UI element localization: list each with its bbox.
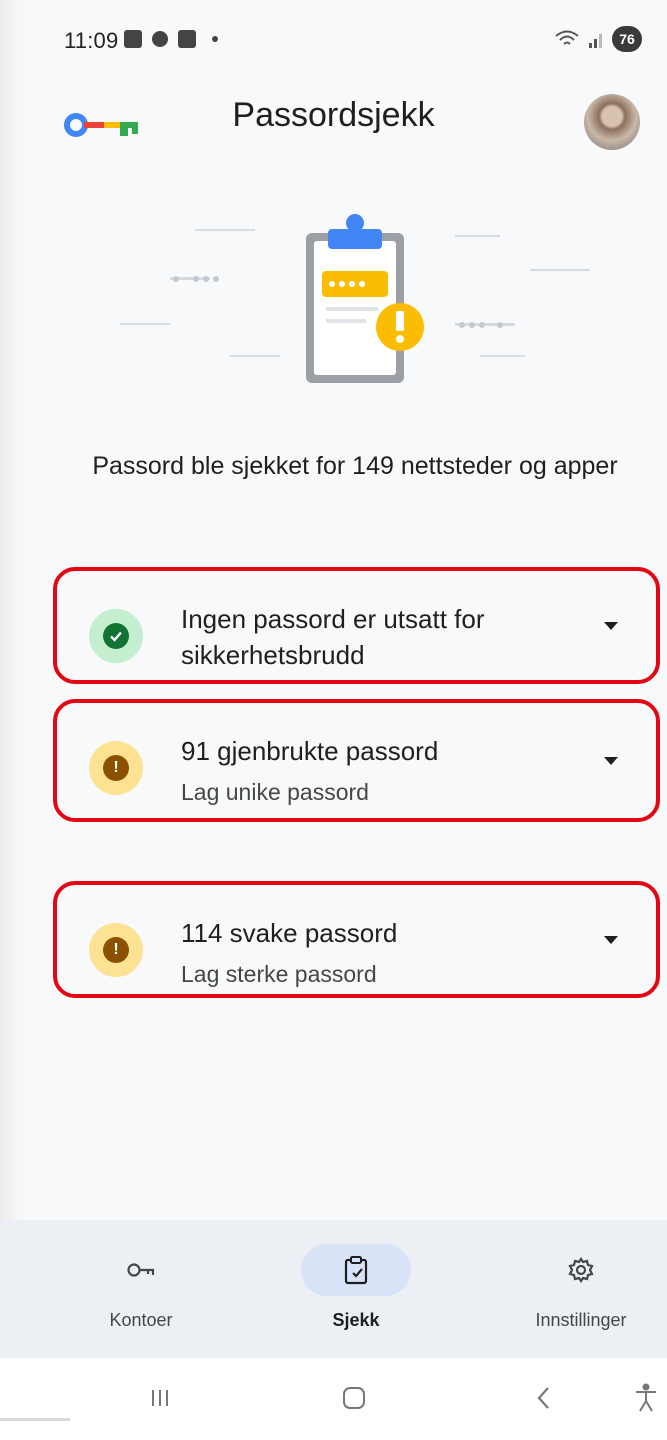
- nav-item-accounts[interactable]: Kontoer: [30, 1220, 252, 1358]
- back-icon[interactable]: [524, 1378, 564, 1418]
- bottom-navigation: Kontoer Sjekk Innstillinger: [0, 1220, 667, 1358]
- status-warning-badge: !: [89, 923, 143, 977]
- notification-app-icon: [124, 30, 142, 48]
- card-title: 114 svake passord: [181, 918, 398, 948]
- signal-icon: [589, 34, 602, 48]
- status-bar: 11:09 76: [0, 0, 667, 90]
- card-title: 91 gjenbrukte passord: [181, 736, 439, 766]
- nav-item-settings[interactable]: Innstillinger: [470, 1220, 667, 1358]
- password-checkup-illustration: [120, 214, 590, 383]
- key-icon: [127, 1263, 155, 1277]
- gear-icon: [568, 1257, 594, 1283]
- system-navigation-bar: [0, 1358, 667, 1440]
- calendar-icon: [178, 30, 196, 48]
- more-notifications-icon: [212, 36, 218, 42]
- app-bar: Passordsjekk: [0, 90, 667, 160]
- nav-pill: [526, 1244, 636, 1296]
- page-title: Passordsjekk: [232, 96, 435, 134]
- warning-icon: !: [103, 755, 129, 781]
- nav-label: Innstillinger: [535, 1310, 627, 1330]
- nav-pill: [86, 1244, 196, 1296]
- home-icon[interactable]: [334, 1378, 374, 1418]
- password-checkup-screen: 11:09 76 Passordsjekk Passord ble sjekke…: [0, 0, 667, 1440]
- nav-pill-active: [301, 1244, 411, 1296]
- expand-arrow-icon[interactable]: [604, 756, 618, 765]
- notification-icons: [124, 30, 218, 48]
- warning-icon: !: [103, 937, 129, 963]
- weak-passwords-card[interactable]: ! 114 svake passord Lag sterke passord: [53, 881, 660, 998]
- checkmark-icon: [103, 623, 129, 649]
- compromised-passwords-card[interactable]: Ingen passord er utsatt for sikkerhetsbr…: [53, 567, 660, 684]
- status-ok-badge: [89, 609, 143, 663]
- card-title: Ingen passord er utsatt for sikkerhetsbr…: [181, 604, 485, 670]
- wifi-icon: [555, 30, 579, 45]
- card-subtitle: Lag sterke passord: [181, 961, 377, 987]
- nav-label: Sjekk: [332, 1310, 380, 1330]
- battery-indicator: 76: [612, 26, 642, 52]
- nav-item-checkup[interactable]: Sjekk: [245, 1220, 467, 1358]
- window-corner: [0, 1418, 70, 1440]
- system-status-icons: 76: [554, 26, 642, 52]
- account-avatar[interactable]: [584, 94, 640, 150]
- clipboard-check-icon: [344, 1256, 368, 1285]
- expand-arrow-icon[interactable]: [604, 621, 618, 630]
- nav-label: Kontoer: [109, 1310, 173, 1330]
- accessibility-icon[interactable]: [626, 1378, 666, 1418]
- recent-apps-icon[interactable]: [140, 1378, 180, 1418]
- status-warning-badge: !: [89, 741, 143, 795]
- card-subtitle: Lag unike passord: [181, 779, 369, 805]
- reused-passwords-card[interactable]: ! 91 gjenbrukte passord Lag unike passor…: [53, 699, 660, 822]
- expand-arrow-icon[interactable]: [604, 935, 618, 944]
- check-summary: Passord ble sjekket for 149 nettsteder o…: [92, 452, 618, 480]
- notification-app-icon: [152, 31, 168, 47]
- status-time: 11:09: [64, 28, 119, 53]
